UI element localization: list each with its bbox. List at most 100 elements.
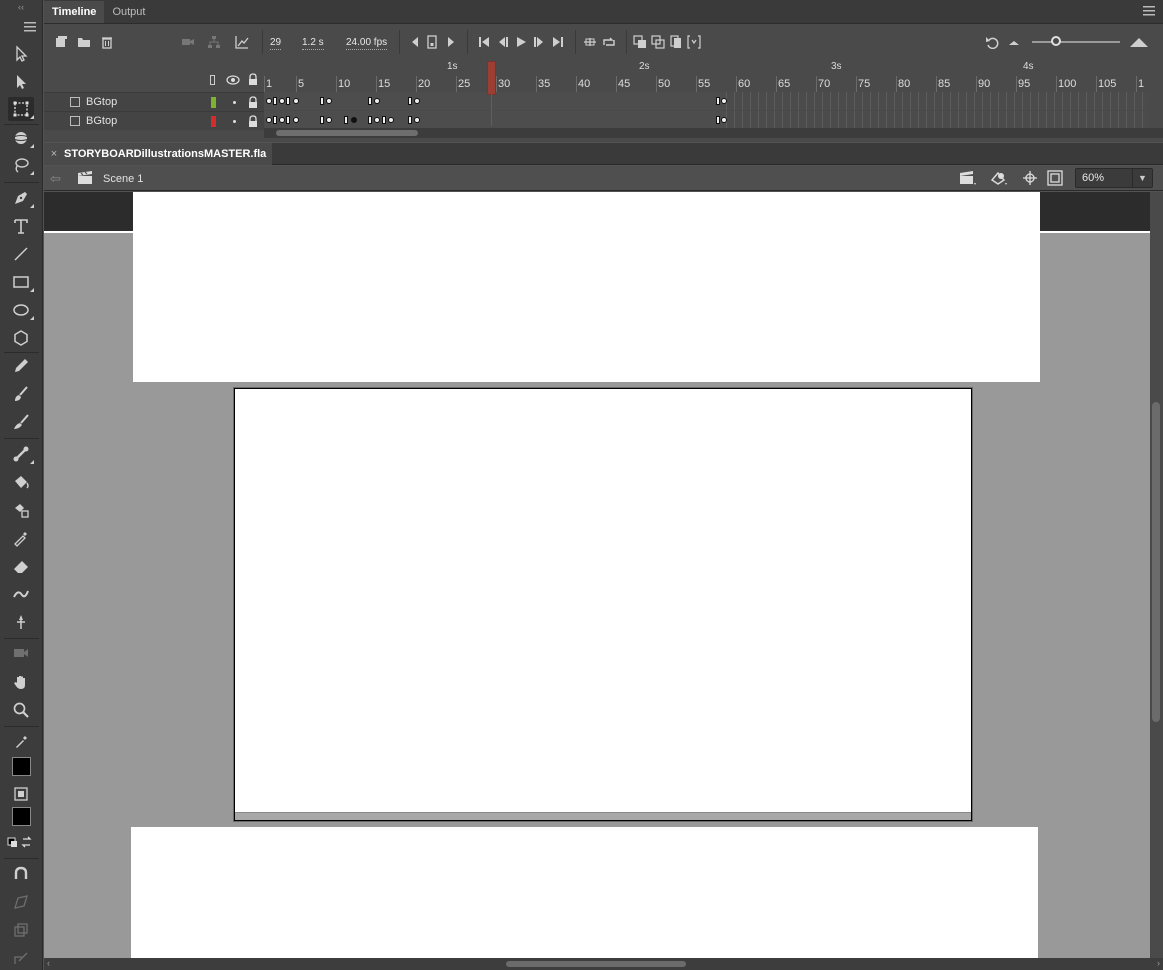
frame-ruler[interactable]: 1s 2s 3s 4s 1 5 10 15 20 25 30 35 40 45 50 55 60 65 70… bbox=[264, 58, 1149, 92]
layer-outline-color[interactable] bbox=[211, 116, 216, 127]
layer-name[interactable]: BGtop bbox=[86, 115, 117, 127]
delete-layer-icon[interactable] bbox=[99, 34, 115, 50]
stage-canvas[interactable] bbox=[234, 388, 972, 821]
document-tab[interactable]: × STORYBOARDillustrationsMASTER.fla bbox=[44, 143, 272, 165]
layer-name[interactable]: BGtop bbox=[86, 96, 117, 108]
scroll-right-icon[interactable]: › bbox=[1157, 958, 1160, 968]
lasso-icon[interactable] bbox=[8, 153, 34, 177]
close-tab-icon[interactable]: × bbox=[44, 148, 64, 160]
edit-scene-icon[interactable] bbox=[959, 170, 977, 186]
parenting-view-icon[interactable] bbox=[206, 34, 222, 50]
elapsed-time-field[interactable]: 1.2 s bbox=[302, 37, 324, 50]
swap-colors-icon[interactable] bbox=[4, 832, 38, 852]
tab-output[interactable]: Output bbox=[104, 1, 153, 23]
layer-row[interactable]: BGtop bbox=[44, 111, 264, 130]
loop-icon[interactable] bbox=[601, 34, 617, 50]
frame-row[interactable] bbox=[264, 111, 1149, 129]
horizontal-scroll-thumb[interactable] bbox=[506, 961, 686, 967]
upper-artwork-white-area[interactable] bbox=[133, 192, 1040, 382]
lower-artwork-white-area[interactable] bbox=[131, 827, 1038, 958]
back-arrow-icon[interactable]: ⇦ bbox=[50, 171, 61, 187]
paint-bucket-icon[interactable] bbox=[8, 470, 34, 494]
stroke-color-swatch[interactable] bbox=[12, 757, 31, 776]
3d-rotation-icon[interactable] bbox=[8, 126, 34, 150]
onion-skin-icon[interactable] bbox=[632, 34, 648, 50]
stage-vertical-scrollbar[interactable] bbox=[1150, 192, 1163, 958]
outline-toggle-icon[interactable] bbox=[210, 75, 215, 85]
play-icon[interactable] bbox=[513, 34, 529, 50]
scene-label[interactable]: Scene 1 bbox=[103, 173, 143, 185]
insert-keyframe-icon[interactable] bbox=[424, 34, 440, 50]
fill-color-icon[interactable] bbox=[8, 784, 34, 804]
stage-horizontal-scrollbar[interactable]: ‹ › bbox=[44, 958, 1163, 970]
step-back-icon[interactable] bbox=[495, 34, 511, 50]
stroke-color-icon[interactable] bbox=[8, 732, 34, 750]
zoom-in-timeline-icon[interactable] bbox=[1128, 34, 1150, 50]
toolbar-menu-icon[interactable] bbox=[24, 22, 36, 35]
camera-icon[interactable] bbox=[8, 641, 34, 665]
new-layer-icon[interactable] bbox=[53, 34, 69, 50]
line-icon[interactable] bbox=[8, 242, 34, 266]
polystar-icon[interactable] bbox=[8, 326, 34, 350]
rectangle-icon[interactable] bbox=[8, 270, 34, 294]
center-frame-icon[interactable] bbox=[582, 34, 598, 50]
timeline-zoom-slider-knob[interactable] bbox=[1051, 36, 1061, 46]
show-hide-eye-icon[interactable] bbox=[226, 74, 240, 86]
frame-rate-field[interactable]: 24.00 fps bbox=[346, 37, 388, 50]
pencil-icon[interactable] bbox=[8, 354, 34, 378]
subselection-arrow-icon[interactable] bbox=[8, 70, 34, 94]
fill-color-swatch[interactable] bbox=[12, 807, 31, 826]
modify-markers-icon[interactable] bbox=[686, 34, 702, 50]
onion-skin-outlines-icon[interactable] bbox=[650, 34, 666, 50]
frames-grid[interactable] bbox=[264, 92, 1149, 130]
ink-bottle-icon[interactable] bbox=[8, 498, 34, 522]
layer-row[interactable]: BGtop bbox=[44, 92, 264, 111]
timeline-scroll-thumb[interactable] bbox=[276, 130, 418, 136]
layer-visible-dot[interactable] bbox=[233, 120, 236, 123]
next-keyframe-icon[interactable] bbox=[443, 34, 459, 50]
vertical-scroll-thumb[interactable] bbox=[1152, 402, 1160, 722]
eyedropper-icon[interactable] bbox=[8, 526, 34, 550]
previous-keyframe-icon[interactable] bbox=[407, 34, 423, 50]
edit-symbols-icon[interactable] bbox=[990, 170, 1008, 186]
timeline-zoom-slider[interactable] bbox=[1032, 41, 1120, 43]
scroll-left-icon[interactable]: ‹ bbox=[47, 958, 50, 968]
lock-all-icon[interactable] bbox=[247, 73, 259, 86]
layer-lock-icon[interactable] bbox=[247, 96, 259, 108]
zoom-icon[interactable] bbox=[8, 698, 34, 722]
eraser-icon[interactable] bbox=[8, 554, 34, 578]
new-folder-icon[interactable] bbox=[76, 34, 92, 50]
snap-to-objects-icon[interactable] bbox=[8, 862, 34, 886]
bone-icon[interactable] bbox=[8, 442, 34, 466]
layer-outline-color[interactable] bbox=[211, 97, 216, 108]
selection-arrow-icon[interactable] bbox=[8, 42, 34, 66]
go-to-first-frame-icon[interactable] bbox=[476, 34, 492, 50]
layer-visible-dot[interactable] bbox=[233, 101, 236, 104]
hand-icon[interactable] bbox=[8, 670, 34, 694]
width-tool-icon[interactable] bbox=[8, 582, 34, 606]
zoom-select[interactable]: 60% ▼ bbox=[1075, 168, 1153, 188]
chevron-down-icon[interactable]: ▼ bbox=[1132, 169, 1152, 187]
text-icon[interactable] bbox=[8, 214, 34, 238]
graph-icon[interactable] bbox=[234, 34, 250, 50]
panel-menu-icon[interactable] bbox=[1143, 6, 1155, 19]
timeline-horizontal-scrollbar[interactable] bbox=[264, 128, 1163, 138]
asset-warp-icon[interactable] bbox=[8, 610, 34, 634]
collapse-toolbar-button[interactable]: ‹‹ bbox=[0, 0, 42, 14]
current-frame-field[interactable]: 29 bbox=[270, 37, 282, 50]
pen-icon[interactable] bbox=[8, 186, 34, 210]
stage-pasteboard[interactable] bbox=[44, 192, 1150, 958]
playhead[interactable] bbox=[487, 61, 496, 95]
free-transform-icon[interactable] bbox=[8, 97, 34, 121]
undo-icon[interactable] bbox=[984, 34, 1000, 50]
go-to-last-frame-icon[interactable] bbox=[550, 34, 566, 50]
clip-content-icon[interactable] bbox=[1046, 170, 1064, 186]
brush-icon[interactable] bbox=[8, 410, 34, 434]
paint-brush-icon[interactable] bbox=[8, 382, 34, 406]
layer-lock-icon[interactable] bbox=[247, 115, 259, 127]
step-forward-icon[interactable] bbox=[531, 34, 547, 50]
tab-timeline[interactable]: Timeline bbox=[44, 1, 105, 23]
center-stage-icon[interactable] bbox=[1021, 170, 1039, 186]
oval-icon[interactable] bbox=[8, 298, 34, 322]
add-camera-icon[interactable] bbox=[180, 34, 196, 50]
